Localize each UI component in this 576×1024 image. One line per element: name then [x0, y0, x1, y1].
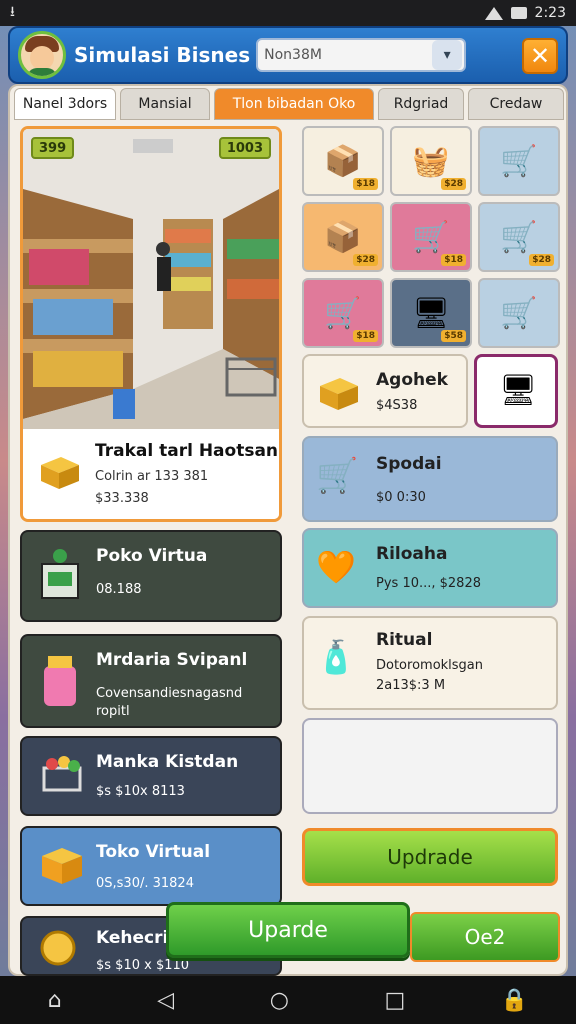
- cart-icon: 🛒: [500, 219, 538, 255]
- jar-icon: [44, 656, 76, 706]
- avatar[interactable]: [18, 31, 66, 79]
- lock-icon[interactable]: 🔒: [501, 988, 528, 1013]
- game-title: Simulasi Bisnes: [74, 43, 251, 67]
- item-card-spodai[interactable]: 🛒 Spodai $0 0:30: [302, 436, 558, 522]
- back-icon[interactable]: ◁: [157, 988, 174, 1013]
- item-card-riloaha[interactable]: 🧡 Riloaha Pys 10..., $2828: [302, 528, 558, 608]
- box-icon: [320, 378, 358, 410]
- shop-detail: Colrin ar 133 381: [95, 469, 209, 484]
- item-card-agohek[interactable]: Agohek $4S38: [302, 354, 468, 428]
- download-icon: ⭳: [10, 4, 15, 20]
- register-icon: 🖥: [411, 295, 451, 331]
- main-panel: Nanel 3dors Mansial Tlon bibadan Oko Rdg…: [8, 84, 568, 976]
- status-time: 2:23: [534, 5, 566, 21]
- box-icon: 📦: [324, 143, 362, 179]
- shop-card[interactable]: 399 1003 Trakal tarl Haotsan Colrin ar 1…: [20, 126, 282, 522]
- business-card-4[interactable]: Toko Virtual 0S,s30/. 31824: [20, 826, 282, 906]
- grid-item-8[interactable]: 🖥 $58: [390, 278, 472, 348]
- item-card-ritual[interactable]: 🧴 Ritual Dotoromoklsgan 2a13$:3 M: [302, 616, 558, 710]
- box-icon: 📦: [324, 219, 362, 255]
- cart-icon: 🛒: [316, 456, 359, 496]
- tab-5[interactable]: Credaw: [468, 88, 564, 120]
- business-card-1[interactable]: Poko Virtua 08.188: [20, 530, 282, 622]
- register-icon: 🖥: [499, 373, 538, 408]
- tab-2[interactable]: Mansial: [120, 88, 210, 120]
- grid-item-7[interactable]: 🛒 $18: [302, 278, 384, 348]
- badge-right: 1003: [218, 137, 271, 159]
- grid-item-9[interactable]: 🛒: [478, 278, 560, 348]
- item-card-register[interactable]: 🖥: [474, 354, 558, 428]
- box-icon: [42, 848, 82, 884]
- shop-value: $33.338: [95, 491, 149, 506]
- tab-3[interactable]: Tlon bibadan Oko: [214, 88, 374, 120]
- grid-item-4[interactable]: 📦 $28: [302, 202, 384, 272]
- cart-icon: 🛒: [500, 143, 538, 179]
- grid-item-1[interactable]: 📦 $18: [302, 126, 384, 196]
- basket-icon: [42, 756, 82, 792]
- close-button[interactable]: ✕: [522, 38, 558, 74]
- empty-slot[interactable]: [302, 718, 558, 814]
- home-icon[interactable]: ⌂: [48, 988, 62, 1013]
- game-header: Simulasi Bisnes Non38M ▾ ✕: [8, 26, 568, 84]
- floating-upgrade-button[interactable]: Uparde: [166, 902, 410, 958]
- nav-bar: ⌂ ◁ ○ □ 🔒: [0, 976, 576, 1024]
- coin-icon: [40, 930, 76, 966]
- chevron-down-icon[interactable]: ▾: [432, 40, 463, 70]
- cart-icon: 🛒: [324, 295, 362, 331]
- basket-icon: 🧺: [412, 143, 450, 179]
- bag-icon: 🧡: [316, 548, 356, 586]
- badge-left: 399: [31, 137, 75, 159]
- tab-4[interactable]: Rdgriad: [378, 88, 464, 120]
- cart-icon: 🛒: [412, 219, 450, 255]
- shop-image: 399 1003: [23, 129, 279, 429]
- wifi-icon: [484, 6, 503, 20]
- grid-item-5[interactable]: 🛒 $18: [390, 202, 472, 272]
- circle-home-icon[interactable]: ○: [270, 988, 289, 1013]
- shop-name: Trakal tarl Haotsan: [95, 441, 279, 461]
- cart-icon: 🛒: [500, 295, 538, 331]
- battery-icon: [510, 7, 527, 19]
- box-icon: [41, 457, 79, 489]
- secondary-button[interactable]: Oe2: [410, 912, 560, 962]
- jar-icon: 🧴: [316, 638, 356, 676]
- square-recents-icon[interactable]: □: [384, 988, 405, 1013]
- shop-info: Trakal tarl Haotsan Colrin ar 133 381 $3…: [23, 429, 279, 519]
- status-bar: ⭳ 2:23: [0, 0, 576, 26]
- business-card-2[interactable]: Mrdaria Svipanl Covensandiesnagasnd ropi…: [20, 634, 282, 728]
- grid-item-3[interactable]: 🛒: [478, 126, 560, 196]
- business-card-3[interactable]: Manka Kistdan $s $10x 8113: [20, 736, 282, 816]
- tab-bar: Nanel 3dors Mansial Tlon bibadan Oko Rdg…: [14, 88, 564, 122]
- upgrade-button[interactable]: Updrade: [302, 828, 558, 886]
- tab-1[interactable]: Nanel 3dors: [14, 88, 116, 120]
- grid-item-6[interactable]: 🛒 $28: [478, 202, 560, 272]
- grid-item-2[interactable]: 🧺 $28: [390, 126, 472, 196]
- register-icon: [41, 549, 79, 599]
